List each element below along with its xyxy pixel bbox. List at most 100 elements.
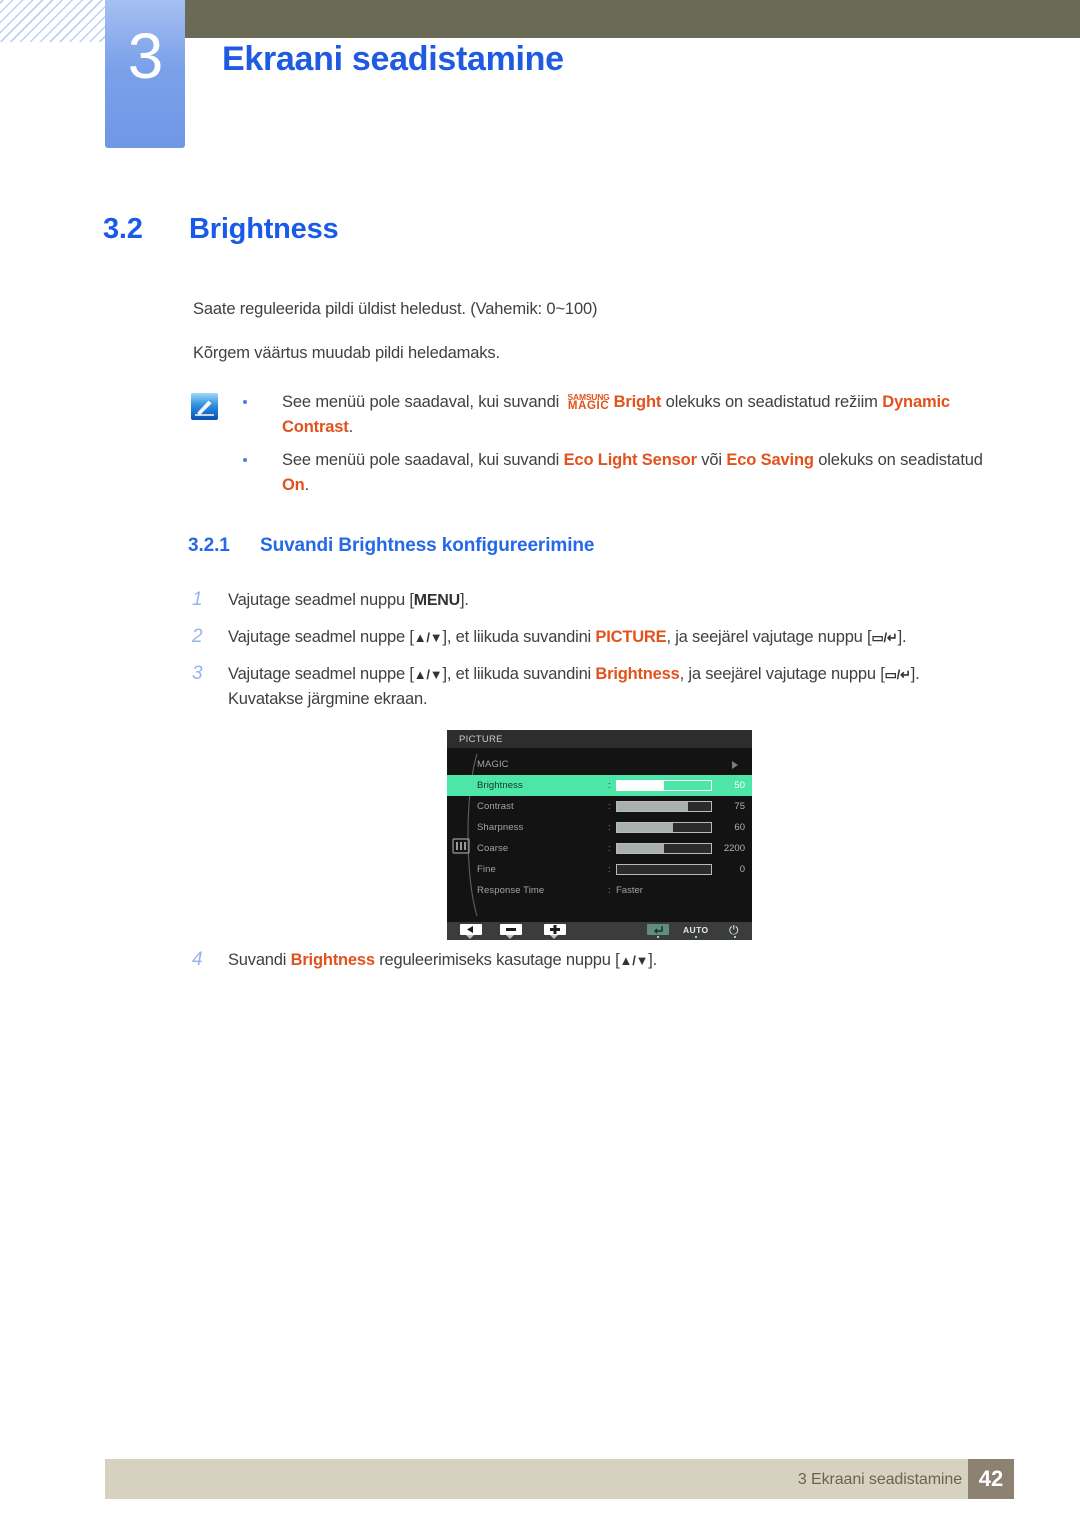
chevron-down-icon [506, 935, 514, 939]
note-item: See menüü pole saadaval, kui suvandi SAM… [237, 390, 1012, 440]
step-item: 1 Vajutage seadmel nuppu [MENU]. [190, 588, 1012, 613]
osd-slider-fill [617, 781, 664, 790]
step-number: 2 [192, 626, 203, 647]
step-highlight-brightness: Brightness [290, 951, 375, 969]
note-text-1: See menüü pole saadaval, kui suvandi [282, 393, 564, 411]
subsection-heading: 3.2.1 Suvandi Brightness konfigureerimine [188, 535, 594, 557]
step-text-2: ]. [460, 591, 469, 609]
osd-value: 50 [734, 780, 745, 791]
chevron-down-icon [550, 935, 558, 939]
note-text-3: olekuks on seadistatud [813, 451, 983, 469]
note-highlight-on: On [282, 476, 305, 494]
note-text-3: . [348, 418, 354, 436]
step-text-3: ]. [648, 951, 658, 969]
osd-title: PICTURE [459, 734, 503, 745]
note-highlight-bright: Bright [613, 393, 662, 411]
step-text-1: Vajutage seadmel nuppe [ [228, 665, 414, 683]
osd-enter-button[interactable] [647, 924, 669, 935]
bullet-dot [243, 458, 247, 462]
samsung-magic-logo: SAMSUNG MAGIC [564, 393, 614, 412]
osd-label: MAGIC [477, 759, 509, 770]
osd-auto-indicator-dot [695, 936, 697, 938]
note-text-4: . [304, 476, 310, 494]
step-text-1: Vajutage seadmel nuppu [ [228, 591, 414, 609]
osd-slider-track[interactable] [616, 843, 712, 854]
note-highlight-eco-light-sensor: Eco Light Sensor [563, 451, 697, 469]
subsection-title: Suvandi Brightness konfigureerimine [260, 535, 595, 556]
osd-auto-button[interactable]: AUTO [683, 925, 709, 935]
osd-colon: : [608, 864, 611, 875]
osd-row-brightness[interactable]: Brightness : 50 [447, 775, 752, 796]
step-item: 3 Vajutage seadmel nuppe [▲/▼], et liiku… [190, 662, 1012, 712]
osd-row-fine[interactable]: Fine : 0 [447, 859, 752, 880]
osd-back-button[interactable] [460, 924, 482, 935]
step-key-enter: ▭/↵ [871, 630, 898, 645]
osd-plus-button[interactable] [544, 924, 566, 935]
step-text-2: ], et liikuda suvandini [442, 628, 596, 646]
page-header: 3 Ekraani seadistamine [0, 0, 1080, 175]
chevron-right-icon [732, 761, 738, 769]
chapter-number: 3 [127, 20, 164, 92]
step-text-2: reguleerimiseks kasutage nuppu [ [374, 951, 620, 969]
osd-row-list: MAGIC Brightness : 50 Contrast : 75 Shar… [447, 754, 752, 901]
step-item: 4 Suvandi Brightness reguleerimiseks kas… [190, 948, 657, 973]
step-text-4: ]. [897, 628, 907, 646]
note-item: See menüü pole saadaval, kui suvandi Eco… [237, 448, 1012, 498]
section-title: Brightness [189, 213, 339, 245]
osd-colon: : [608, 801, 611, 812]
note-text-1: See menüü pole saadaval, kui suvandi [282, 451, 564, 469]
note-text-2: olekuks on seadistatud režiim [661, 393, 883, 411]
osd-slider-track[interactable] [616, 864, 712, 875]
step-number: 3 [192, 663, 203, 684]
osd-value: 75 [734, 801, 745, 812]
osd-value: Faster [616, 885, 643, 896]
step-key-menu: MENU [413, 592, 461, 609]
intro-paragraph-1: Saate reguleerida pildi üldist heledust.… [193, 300, 598, 318]
intro-paragraph-2: Kõrgem väärtus muudab pildi heledamaks. [193, 344, 500, 362]
osd-row-sharpness[interactable]: Sharpness : 60 [447, 817, 752, 838]
osd-label: Fine [477, 864, 496, 875]
section-number: 3.2 [103, 213, 143, 245]
osd-slider-track[interactable] [616, 801, 712, 812]
osd-label: Response Time [477, 885, 545, 896]
osd-colon: : [608, 780, 611, 791]
osd-slider-track[interactable] [616, 780, 712, 791]
bullet-dot [243, 400, 247, 404]
osd-minus-button[interactable] [500, 924, 522, 935]
footer-chapter-label: 3 Ekraani seadistamine [797, 1471, 962, 1488]
osd-footer-toolbar: AUTO ⏻ [447, 922, 752, 940]
step-key-updown: ▲/▼ [413, 667, 443, 682]
osd-enter-indicator-dot [657, 936, 659, 938]
osd-slider-track[interactable] [616, 822, 712, 833]
osd-row-contrast[interactable]: Contrast : 75 [447, 796, 752, 817]
osd-value: 0 [739, 864, 745, 875]
step-text-3: , ja seejärel vajutage nuppu [ [679, 665, 885, 683]
step-number: 1 [192, 589, 203, 610]
osd-row-magic[interactable]: MAGIC [447, 754, 752, 775]
step-highlight-brightness: Brightness [595, 665, 680, 683]
section-heading: 3.2 Brightness [103, 213, 339, 246]
step-number: 4 [192, 949, 203, 970]
osd-row-coarse[interactable]: Coarse : 2200 [447, 838, 752, 859]
step-key-updown: ▲/▼ [619, 953, 649, 968]
osd-label: Coarse [477, 843, 509, 854]
step-text-3: , ja seejärel vajutage nuppu [ [666, 628, 872, 646]
step-item: 2 Vajutage seadmel nuppe [▲/▼], et liiku… [190, 625, 1012, 650]
step-text-4: ]. [910, 665, 920, 683]
osd-slider-fill [617, 844, 664, 853]
step-text-1: Suvandi [228, 951, 291, 969]
magic-logo-bottom: MAGIC [567, 400, 610, 412]
step-key-updown: ▲/▼ [413, 630, 443, 645]
header-olive-bar [185, 0, 1080, 38]
osd-label: Contrast [477, 801, 514, 812]
subsection-number: 3.2.1 [188, 535, 230, 556]
power-icon[interactable]: ⏻ [729, 923, 739, 937]
osd-body: MAGIC Brightness : 50 Contrast : 75 Shar… [447, 748, 752, 922]
osd-row-response-time[interactable]: Response Time : Faster [447, 880, 752, 901]
step-text-1: Vajutage seadmel nuppe [ [228, 628, 414, 646]
osd-power-indicator-dot [734, 936, 736, 938]
osd-colon: : [608, 822, 611, 833]
note-highlight-eco-saving: Eco Saving [726, 451, 814, 469]
step-highlight-picture: PICTURE [595, 628, 667, 646]
osd-label: Sharpness [477, 822, 524, 833]
